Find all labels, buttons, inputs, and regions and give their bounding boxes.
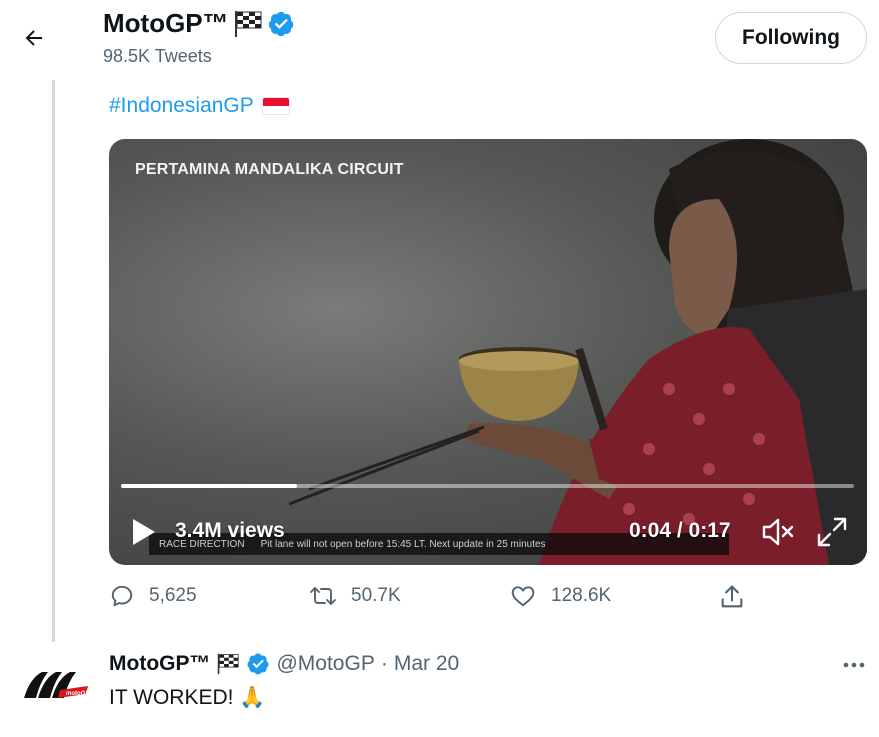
expand-icon xyxy=(817,517,847,547)
video-overlay-caption: PERTAMINA MANDALIKA CIRCUIT xyxy=(135,161,404,178)
tweet-action-bar: 5,625 50.7K 128.6K xyxy=(109,583,759,619)
reply-icon xyxy=(111,585,133,607)
verified-badge-icon xyxy=(268,11,293,36)
profile-name: MotoGP™ xyxy=(103,8,229,38)
thread-connector-line xyxy=(52,80,55,642)
reply-separator: · xyxy=(380,652,388,675)
tweet-count: 98.5K Tweets xyxy=(103,46,212,66)
retweet-icon xyxy=(310,587,336,605)
profile-title: MotoGP™ xyxy=(103,8,295,39)
motogp-logo-avatar[interactable]: motoGP xyxy=(20,664,90,708)
reply-tweet-text: IT WORKED! 🙏 xyxy=(109,686,265,710)
video-player[interactable]: PERTAMINA MANDALIKA CIRCUIT RACE DIRECTI… xyxy=(109,139,867,565)
arrow-left-icon xyxy=(25,30,42,46)
folded-hands-emoji: 🙏 xyxy=(239,686,266,709)
like-action[interactable]: 128.6K xyxy=(509,583,611,609)
verified-badge-icon xyxy=(247,653,269,675)
share-icon xyxy=(721,585,743,608)
heart-icon xyxy=(511,586,535,607)
svg-text:motoGP: motoGP xyxy=(66,691,90,697)
reply-header: MotoGP™ @MotoGP · Mar 20 xyxy=(109,652,459,676)
following-button[interactable]: Following xyxy=(715,12,867,64)
play-icon xyxy=(133,519,155,545)
reply-action[interactable]: 5,625 xyxy=(109,583,197,609)
play-button[interactable] xyxy=(129,517,157,547)
more-dots-icon xyxy=(843,662,865,668)
hashtag-link[interactable]: #IndonesianGP xyxy=(109,94,254,118)
reply-author-handle[interactable]: @MotoGP xyxy=(276,652,374,676)
video-progress-fill xyxy=(121,484,297,488)
share-action[interactable] xyxy=(718,583,746,611)
retweet-count: 50.7K xyxy=(351,585,401,606)
reply-date[interactable]: Mar 20 xyxy=(394,652,459,676)
video-time: 0:04 / 0:17 xyxy=(629,519,731,542)
back-button[interactable] xyxy=(14,18,54,58)
fullscreen-button[interactable] xyxy=(815,515,849,549)
profile-header: MotoGP™ 98.5K Tweets Following xyxy=(0,0,879,80)
mute-button[interactable] xyxy=(761,517,795,547)
reply-author-name[interactable]: MotoGP™ xyxy=(109,652,210,676)
lower-third-text: Pit lane will not open before 15:45 LT. … xyxy=(260,538,546,550)
motogp-logo-icon: motoGP xyxy=(24,672,90,698)
retweet-action[interactable]: 50.7K xyxy=(309,583,401,609)
indonesia-flag-icon xyxy=(261,97,290,115)
reply-text-content: IT WORKED! xyxy=(109,686,234,709)
more-options-button[interactable] xyxy=(838,654,870,676)
checkered-flag-icon xyxy=(234,10,262,37)
video-progress-bar[interactable] xyxy=(121,484,854,488)
video-view-count: 3.4M views xyxy=(175,519,285,542)
tweet-text: #IndonesianGP xyxy=(109,94,290,118)
checkered-flag-icon xyxy=(218,653,240,675)
speaker-muted-icon xyxy=(762,518,794,546)
reply-count: 5,625 xyxy=(149,585,197,606)
like-count: 128.6K xyxy=(551,585,612,606)
video-frame-image xyxy=(288,139,867,565)
